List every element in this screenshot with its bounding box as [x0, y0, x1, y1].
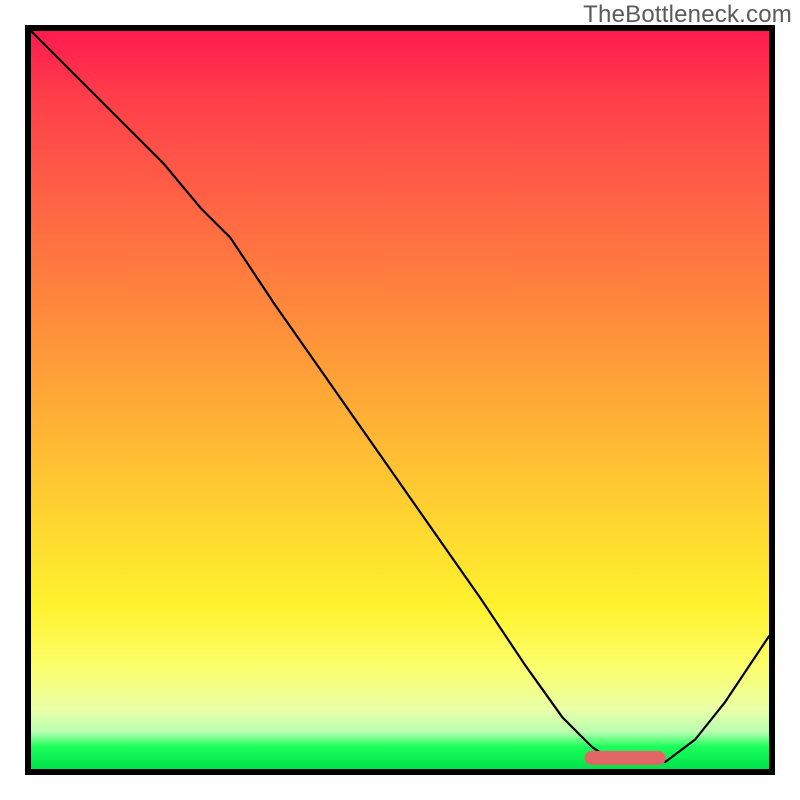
chart-overlay-svg: [31, 31, 769, 769]
plot-frame: [25, 25, 775, 775]
bottleneck-curve: [31, 31, 769, 762]
optimal-range-pill: [585, 751, 666, 765]
chart-stage: TheBottleneck.com: [0, 0, 800, 800]
